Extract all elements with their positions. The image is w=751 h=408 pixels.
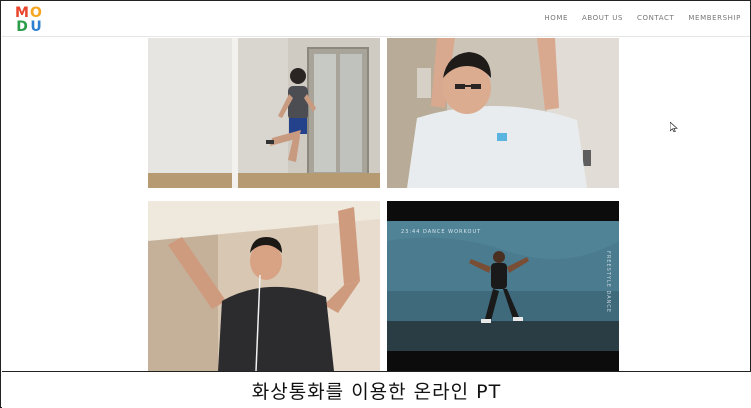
nav-home[interactable]: HOME [537,14,575,22]
logo-letter-u: U [30,19,42,35]
logo-letter-o: O [30,5,42,21]
site-header: M O D U HOME ABOUT US CONTACT MEMBERSHIP [2,2,750,37]
main-nav: HOME ABOUT US CONTACT MEMBERSHIP [537,14,748,22]
logo-letter-d: D [16,19,28,35]
screenshot-frame: M O D U HOME ABOUT US CONTACT MEMBERSHIP [0,0,751,408]
participant-1-scene [148,38,380,188]
caption-bar: 화상통화를 이용한 온라인 PT [2,371,751,408]
nav-about-us[interactable]: ABOUT US [575,14,630,22]
mouse-cursor-icon [670,122,678,132]
participant-2-scene [387,38,619,188]
dance-workout-scene [387,201,619,371]
caption-text: 화상통화를 이용한 온라인 PT [251,380,502,403]
logo-letter-m: M [15,5,29,21]
video-tile-participant-3 [148,201,380,371]
modu-logo[interactable]: M O D U [15,6,43,34]
participant-3-scene [148,201,380,371]
video-side-text: FREESTYLE DANCE [605,251,611,314]
nav-contact[interactable]: CONTACT [630,14,681,22]
video-title-overlay: 23:44 DANCE WORKOUT [401,229,482,235]
video-tile-participant-1 [148,38,380,188]
video-tile-participant-2 [387,38,619,188]
video-tile-dance-workout[interactable]: 23:44 DANCE WORKOUT FREESTYLE DANCE [387,201,619,371]
nav-membership[interactable]: MEMBERSHIP [681,14,748,22]
